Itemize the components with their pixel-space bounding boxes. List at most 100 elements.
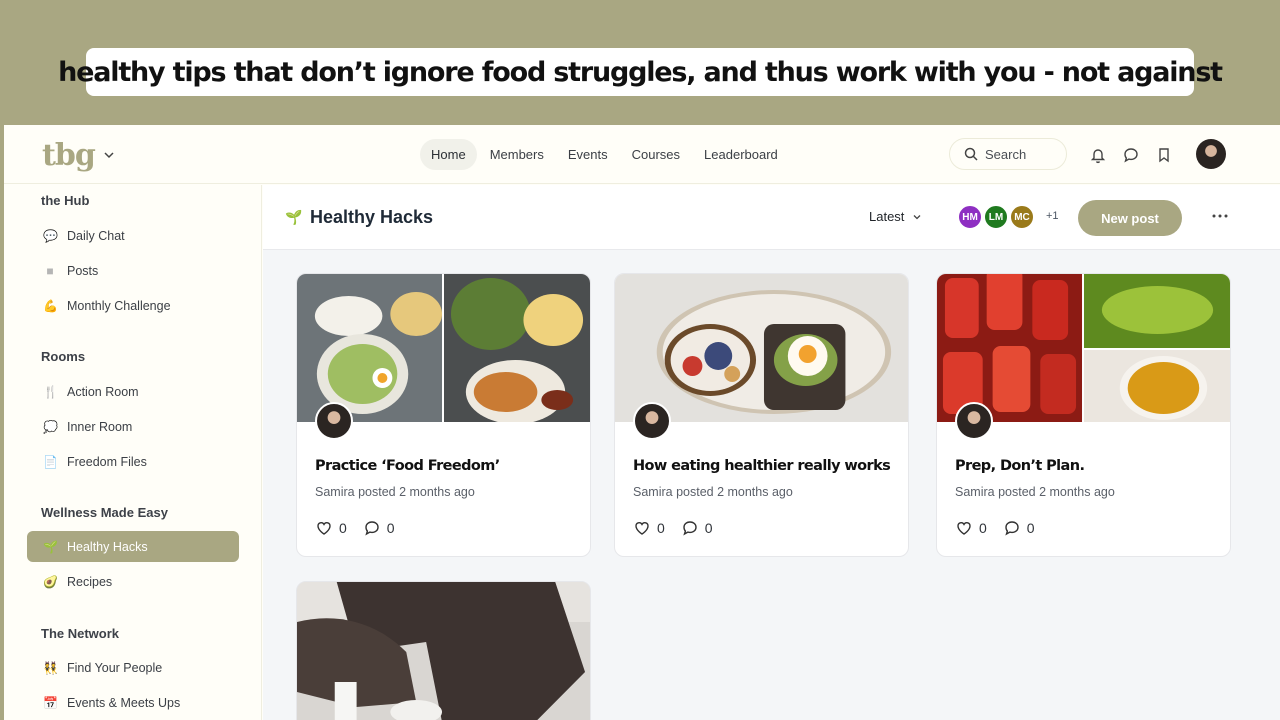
post-card[interactable] (296, 581, 591, 720)
sidebar-item-label: Healthy Hacks (67, 539, 148, 554)
thought-bubble-icon: 💭 (43, 419, 58, 434)
square-icon: ■ (46, 263, 54, 278)
user-avatar[interactable] (1196, 139, 1226, 169)
post-cover-image[interactable] (297, 582, 590, 720)
speech-bubble-icon: 💬 (43, 228, 58, 243)
more-options-icon[interactable] (1211, 207, 1229, 225)
main-nav: Home Members Events Courses Leaderboard (420, 139, 789, 170)
new-post-button[interactable]: New post (1078, 200, 1182, 236)
comment-button[interactable]: 0 (681, 519, 713, 537)
sidebar-item-label: Action Room (67, 384, 139, 399)
comment-count: 0 (1026, 520, 1035, 536)
post-actions: 0 0 (955, 519, 1035, 537)
member-avatar[interactable]: HM (957, 204, 983, 230)
bookmark-icon[interactable] (1155, 146, 1173, 164)
chevron-down-icon (913, 214, 921, 219)
post-cover-image[interactable] (937, 274, 1230, 422)
like-button[interactable]: 0 (633, 519, 665, 537)
comment-button[interactable]: 0 (363, 519, 395, 537)
post-meta: Samira posted 2 months ago (633, 485, 793, 499)
space-header: 🌱 Healthy Hacks Latest HM LM MC +1 New p… (263, 185, 1280, 250)
author-avatar[interactable] (955, 402, 993, 440)
member-avatar[interactable]: MC (1009, 204, 1035, 230)
search-placeholder: Search (985, 146, 1027, 162)
post-title[interactable]: Prep, Don’t Plan. (955, 458, 1085, 474)
banner-text: healthy tips that don’t ignore food stru… (58, 56, 1223, 88)
post-title[interactable]: How eating healthier really works (633, 458, 891, 474)
sidebar-item-events-meet-ups[interactable]: 📅 Events & Meets Ups (27, 687, 239, 718)
post-actions: 0 0 (633, 519, 713, 537)
bell-icon[interactable] (1089, 146, 1107, 164)
section-title-the-hub: the Hub (41, 193, 90, 208)
heart-icon (635, 522, 649, 535)
sidebar-item-label: Posts (67, 263, 99, 278)
like-count: 0 (339, 520, 347, 536)
calendar-icon: 📅 (43, 695, 58, 710)
sidebar-item-label: Recipes (67, 574, 113, 589)
post-actions: 0 0 (315, 519, 395, 537)
sprout-icon: 🌱 (43, 539, 58, 554)
sidebar-item-healthy-hacks[interactable]: 🌱 Healthy Hacks (27, 531, 239, 562)
section-title-the-network: The Network (41, 626, 120, 641)
post-card[interactable]: Practice ‘Food Freedom’ Samira posted 2 … (296, 273, 591, 557)
sidebar-item-action-room[interactable]: 🍴 Action Room (27, 376, 239, 407)
post-meta: Samira posted 2 months ago (315, 485, 475, 499)
like-count: 0 (979, 520, 987, 536)
post-title[interactable]: Practice ‘Food Freedom’ (315, 458, 500, 474)
nav-events[interactable]: Events (557, 139, 619, 170)
nav-home[interactable]: Home (420, 139, 477, 170)
nav-leaderboard[interactable]: Leaderboard (693, 139, 789, 170)
sort-dropdown[interactable]: Latest (869, 209, 922, 224)
main-content: 🌱 Healthy Hacks Latest HM LM MC +1 New p… (263, 185, 1280, 720)
sidebar-item-label: Find Your People (67, 660, 163, 675)
comment-icon (683, 521, 697, 536)
top-navigation-bar: tbg Home Members Events Courses Leaderbo… (4, 125, 1280, 184)
comment-icon (1005, 521, 1019, 536)
post-meta: Samira posted 2 months ago (955, 485, 1115, 499)
community-app: tbg Home Members Events Courses Leaderbo… (4, 125, 1280, 720)
sidebar-item-recipes[interactable]: 🥑 Recipes (27, 566, 239, 597)
comment-button[interactable]: 0 (1003, 519, 1035, 537)
comment-count: 0 (704, 520, 713, 536)
sidebar-item-daily-chat[interactable]: 💬 Daily Chat (27, 220, 239, 251)
chat-bubble-icon[interactable] (1122, 146, 1140, 164)
sidebar-item-label: Daily Chat (67, 228, 125, 243)
nav-courses[interactable]: Courses (621, 139, 691, 170)
member-avatar[interactable]: LM (983, 204, 1009, 230)
sidebar-item-inner-room[interactable]: 💭 Inner Room (27, 411, 239, 442)
brand-logo[interactable]: tbg (42, 138, 96, 173)
chevron-down-icon[interactable] (102, 148, 116, 162)
sprout-icon: 🌱 (285, 209, 303, 225)
people-icon: 👯 (43, 660, 58, 675)
post-cover-image[interactable] (297, 274, 590, 422)
author-avatar[interactable] (315, 402, 353, 440)
search-icon (964, 147, 978, 161)
sidebar-item-freedom-files[interactable]: 📄 Freedom Files (27, 446, 239, 477)
avocado-icon: 🥑 (43, 574, 58, 589)
heart-icon (317, 522, 331, 535)
sidebar-item-find-your-people[interactable]: 👯 Find Your People (27, 652, 239, 683)
comment-icon (365, 521, 379, 536)
author-avatar[interactable] (633, 402, 671, 440)
like-count: 0 (657, 520, 665, 536)
sidebar-item-label: Inner Room (67, 419, 133, 434)
fork-knife-icon: 🍴 (43, 384, 58, 399)
sidebar-item-label: Freedom Files (67, 454, 147, 469)
page-title: Healthy Hacks (310, 207, 434, 227)
post-cover-image[interactable] (615, 274, 908, 422)
sort-label: Latest (869, 209, 905, 224)
like-button[interactable]: 0 (955, 519, 987, 537)
sidebar-item-monthly-challenge[interactable]: 💪 Monthly Challenge (27, 290, 239, 321)
nav-members[interactable]: Members (479, 139, 555, 170)
sidebar-item-posts[interactable]: ■ Posts (27, 255, 239, 286)
document-icon: 📄 (43, 454, 58, 469)
like-button[interactable]: 0 (315, 519, 347, 537)
promo-banner: healthy tips that don’t ignore food stru… (0, 0, 1280, 124)
section-title-wellness-made-easy: Wellness Made Easy (41, 505, 168, 520)
post-card[interactable]: Prep, Don’t Plan. Samira posted 2 months… (936, 273, 1231, 557)
sidebar: the Hub 💬 Daily Chat ■ Posts 💪 Monthly C… (4, 185, 262, 720)
search-input[interactable]: Search (949, 138, 1067, 170)
flexed-arm-icon: 💪 (43, 298, 58, 313)
member-overflow-count[interactable]: +1 (1046, 210, 1059, 222)
post-card[interactable]: How eating healthier really works Samira… (614, 273, 909, 557)
